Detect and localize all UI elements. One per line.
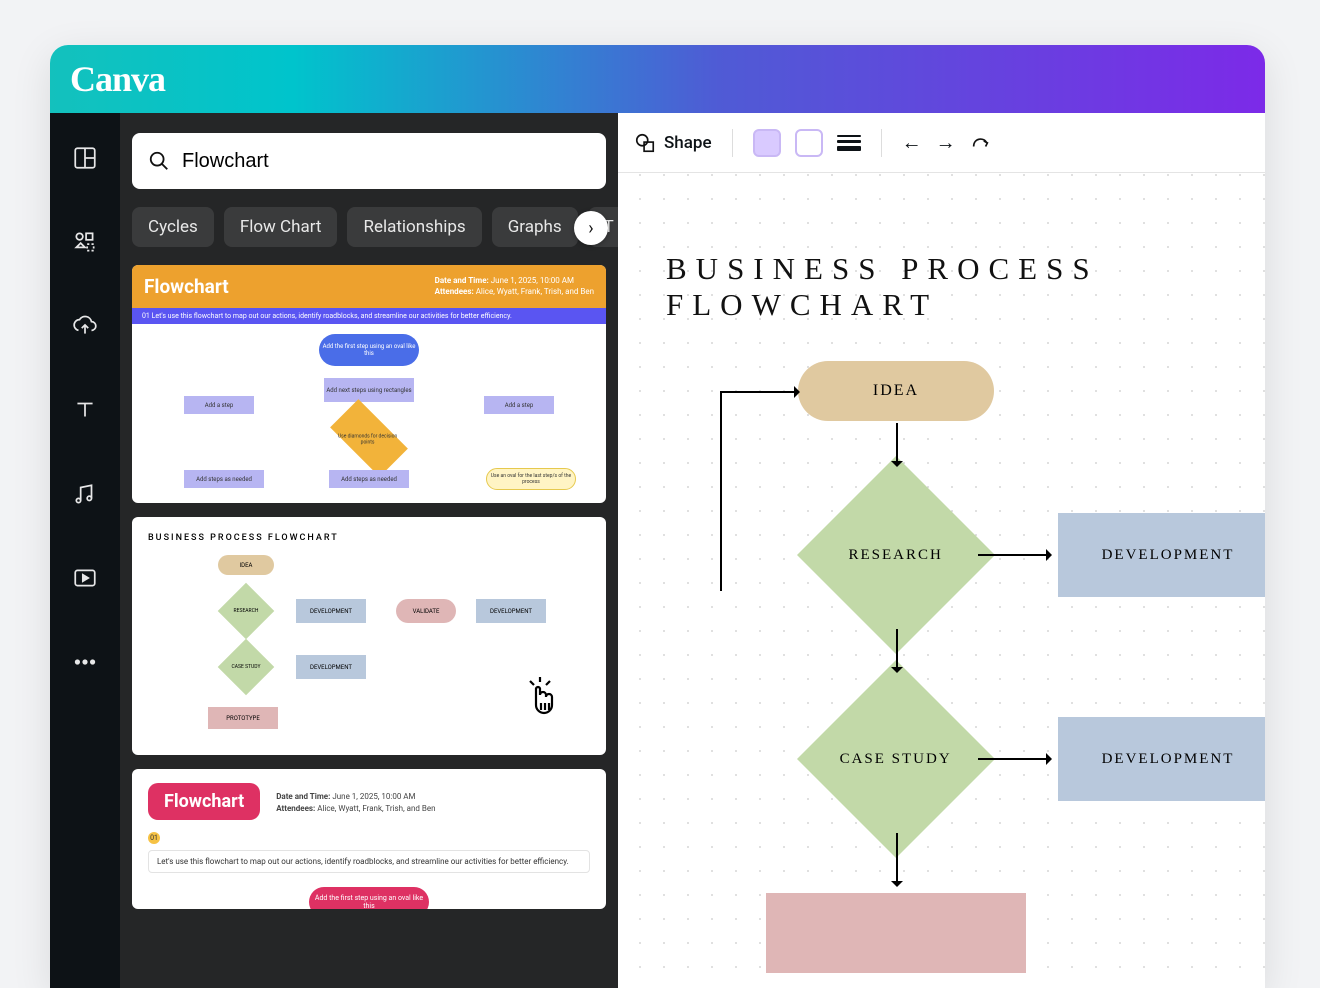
template-card-1[interactable]: Flowchart Date and Time: June 1, 2025, 1… — [132, 265, 606, 503]
search-box[interactable] — [132, 133, 606, 189]
t1-title: Flowchart — [144, 275, 229, 298]
node-dev1[interactable]: DEVELOPMENT — [1058, 513, 1265, 597]
canvas-body[interactable]: BUSINESS PROCESS FLOWCHART IDEA RESEARCH… — [618, 173, 1265, 988]
t3-strip: Let's use this flowchart to map out our … — [148, 850, 590, 873]
t1-diamond: Use diamonds for decision points — [330, 399, 408, 477]
chip-cycles[interactable]: Cycles — [132, 207, 214, 247]
t1-rect1: Add next steps using rectangles — [324, 378, 414, 402]
toolbar-separator — [732, 129, 733, 157]
shape-icon — [634, 132, 656, 154]
t1-body: Add the first step using an oval like th… — [132, 324, 606, 503]
templates-icon[interactable] — [70, 143, 100, 173]
connector — [720, 391, 796, 393]
uploads-icon[interactable] — [70, 311, 100, 341]
node-dev2[interactable]: DEVELOPMENT — [1058, 717, 1265, 801]
t2-validate: VALIDATE — [396, 599, 456, 623]
search-input[interactable] — [182, 150, 590, 173]
tool-rail — [50, 113, 120, 988]
t1-rect2: Add a step — [184, 396, 254, 414]
t1-rect5: Add steps as needed — [329, 470, 409, 488]
template-card-3[interactable]: Flowchart Date and Time: June 1, 2025, 1… — [132, 769, 606, 909]
t1-rect3: Add a step — [484, 396, 554, 414]
line-weight-icon[interactable] — [837, 135, 861, 151]
chip-flow-chart[interactable]: Flow Chart — [224, 207, 338, 247]
text-icon[interactable] — [70, 395, 100, 425]
audio-icon[interactable] — [70, 479, 100, 509]
app-window: Canva Cycles Flow Chart Relationships Gr… — [50, 45, 1265, 988]
connector — [896, 629, 898, 669]
t1-meta: Date and Time: June 1, 2025, 10:00 AMAtt… — [435, 275, 594, 298]
arrow-left-icon[interactable]: ← — [902, 130, 922, 155]
t1-oval: Add the first step using an oval like th… — [319, 334, 419, 366]
t3-meta: Date and Time: June 1, 2025, 10:00 AMAtt… — [276, 791, 435, 815]
connector — [896, 833, 898, 883]
template-card-2[interactable]: BUSINESS PROCESS FLOWCHART IDEA RESEARCH… — [132, 517, 606, 755]
search-icon — [148, 150, 170, 172]
t2-prototype: PROTOTYPE — [208, 707, 278, 729]
canva-logo: Canva — [70, 58, 165, 100]
t1-strip: 01 Let's use this flowchart to map out o… — [132, 308, 606, 324]
connector — [896, 423, 898, 463]
t2-casestudy: CASE STUDY — [218, 639, 275, 696]
chip-graphs[interactable]: Graphs — [492, 207, 578, 247]
node-research[interactable]: RESEARCH — [797, 456, 995, 654]
t3-oval: Add the first step using an oval like th… — [309, 887, 429, 909]
t2-dev2: DEVELOPMENT — [296, 655, 366, 679]
connector — [978, 554, 1048, 556]
chip-relationships[interactable]: Relationships — [347, 207, 481, 247]
node-prototype[interactable] — [766, 893, 1026, 973]
t2-idea: IDEA — [218, 555, 274, 575]
node-casestudy[interactable]: CASE STUDY — [797, 660, 995, 858]
template-list: Flowchart Date and Time: June 1, 2025, 1… — [132, 265, 606, 909]
t3-badge: Flowchart — [148, 783, 260, 820]
connector — [720, 391, 722, 591]
video-icon[interactable] — [70, 563, 100, 593]
elements-icon[interactable] — [70, 227, 100, 257]
shape-label: Shape — [664, 133, 712, 153]
node-idea[interactable]: IDEA — [798, 361, 994, 421]
workspace: Cycles Flow Chart Relationships Graphs T… — [50, 113, 1265, 988]
title-bar: Canva — [50, 45, 1265, 113]
curve-arrow-icon[interactable] — [970, 130, 992, 156]
canvas-title: BUSINESS PROCESS FLOWCHART — [666, 251, 1265, 323]
chip-row: Cycles Flow Chart Relationships Graphs T… — [132, 207, 606, 247]
more-icon[interactable] — [70, 647, 100, 677]
canvas-area: Shape ← → BUSINESS PROCESS FLOWCHART IDE… — [618, 113, 1265, 988]
connector — [978, 758, 1048, 760]
t3-dot: 01 — [148, 832, 160, 844]
outline-color-swatch[interactable] — [795, 129, 823, 157]
t2-title: BUSINESS PROCESS FLOWCHART — [148, 533, 590, 543]
t2-dev3: DEVELOPMENT — [476, 599, 546, 623]
t2-dev1: DEVELOPMENT — [296, 599, 366, 623]
t2-area: IDEA RESEARCH CASE STUDY DEVELOPMENT DEV… — [148, 555, 590, 745]
t1-rect4: Add steps as needed — [184, 470, 264, 488]
canvas-toolbar: Shape ← → — [618, 113, 1265, 173]
shape-tool[interactable]: Shape — [634, 132, 712, 154]
t1-oval2: Use an oval for the last step/s of the p… — [486, 468, 576, 490]
arrow-right-icon[interactable]: → — [936, 130, 956, 155]
side-panel: Cycles Flow Chart Relationships Graphs T… — [120, 113, 618, 988]
chip-scroll-right[interactable]: › — [574, 211, 608, 245]
fill-color-swatch[interactable] — [753, 129, 781, 157]
pointer-cursor-icon — [522, 675, 562, 729]
toolbar-separator — [881, 129, 882, 157]
t2-research: RESEARCH — [218, 583, 275, 640]
